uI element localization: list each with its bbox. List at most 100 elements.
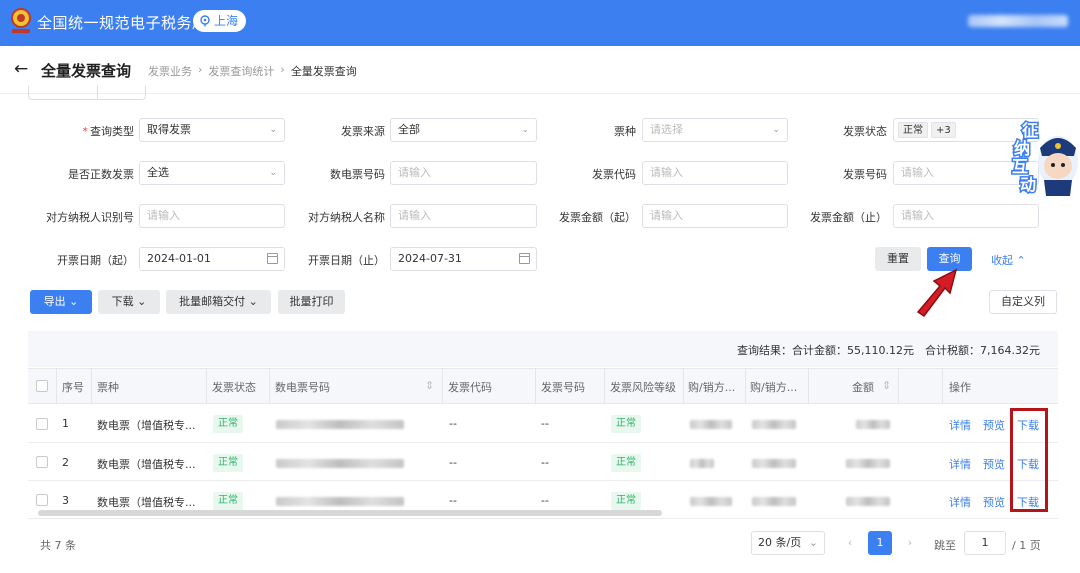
prev-page-icon[interactable]: ‹ bbox=[838, 531, 862, 555]
invoice-source-select[interactable]: 全部 ⌄ bbox=[390, 118, 537, 142]
row-number: -- bbox=[541, 456, 549, 469]
amount-from-input[interactable]: 请输入 bbox=[642, 204, 788, 228]
e-invoice-no-label: 数电票号码 bbox=[330, 168, 385, 181]
page-number[interactable]: 1 bbox=[868, 531, 892, 555]
batch-print-button[interactable]: 批量打印 bbox=[278, 290, 345, 314]
date-from-label: 开票日期（起） bbox=[57, 254, 134, 267]
download-menu-button[interactable]: 下载 ⌄ bbox=[98, 290, 160, 314]
horizontal-scrollbar[interactable] bbox=[38, 510, 662, 516]
next-page-icon[interactable]: › bbox=[898, 531, 922, 555]
status-badge: 正常 bbox=[213, 454, 243, 472]
date-from-picker[interactable]: 2024-01-01 bbox=[139, 247, 285, 271]
batch-email-button[interactable]: 批量邮箱交付 ⌄ bbox=[166, 290, 271, 314]
collapse-link[interactable]: 收起 ⌃ bbox=[991, 252, 1026, 268]
chevron-down-icon: ⌄ bbox=[248, 295, 258, 308]
calendar-icon bbox=[519, 253, 530, 264]
row-checkbox[interactable] bbox=[36, 418, 48, 430]
col-header: 数电票号码 bbox=[275, 381, 330, 394]
total-pages: / 1 页 bbox=[1012, 539, 1041, 552]
breadcrumb-item[interactable]: 发票业务 bbox=[148, 63, 192, 79]
chevron-up-icon: ⌃ bbox=[1016, 254, 1026, 267]
col-header: 发票风险等级 bbox=[610, 381, 676, 394]
col-header: 发票号码 bbox=[541, 381, 585, 394]
row-number: -- bbox=[541, 494, 549, 507]
breadcrumb-item[interactable]: 发票查询统计 bbox=[208, 63, 274, 79]
preview-link[interactable]: 预览 bbox=[983, 417, 1005, 433]
col-header: 金额 bbox=[852, 381, 874, 394]
region-label: 上海 bbox=[214, 14, 239, 28]
invoice-no-label: 发票号码 bbox=[843, 168, 887, 181]
breadcrumb: 发票业务 › 发票查询统计 › 全量发票查询 bbox=[148, 63, 357, 79]
row-type: 数电票（增值税专... bbox=[97, 419, 196, 432]
jump-page-input[interactable]: 1 bbox=[964, 531, 1006, 555]
svg-text:纳: 纳 bbox=[1014, 139, 1030, 158]
svg-text:动: 动 bbox=[1020, 175, 1036, 194]
user-info-blurred[interactable] bbox=[968, 15, 1068, 27]
risk-badge: 正常 bbox=[611, 454, 641, 472]
row-code: -- bbox=[449, 494, 457, 507]
tax-emblem-icon bbox=[11, 8, 31, 33]
query-type-label: * 查询类型 bbox=[82, 125, 135, 138]
calendar-icon bbox=[267, 253, 278, 264]
risk-badge: 正常 bbox=[611, 492, 641, 510]
svg-text:征: 征 bbox=[1022, 121, 1038, 140]
counterparty-id-input[interactable]: 请输入 bbox=[139, 204, 285, 228]
status-tag: 正常 bbox=[898, 122, 928, 138]
col-header: 序号 bbox=[62, 381, 84, 394]
mascot-widget-icon[interactable]: 征 纳 互 动 bbox=[1010, 118, 1080, 198]
row-checkbox[interactable] bbox=[36, 456, 48, 468]
sort-icon[interactable]: ⇕ bbox=[882, 379, 891, 392]
export-button[interactable]: 导出 ⌄ bbox=[30, 290, 92, 314]
download-highlight-box bbox=[1010, 408, 1048, 512]
top-bar: 全国统一规范电子税务局 上海 bbox=[0, 0, 1080, 46]
detail-link[interactable]: 详情 bbox=[949, 456, 971, 472]
page-size-select[interactable]: 20 条/页 ⌄ bbox=[751, 531, 825, 555]
query-summary: 查询结果：合计金额：55,110.12元 合计税额：7,164.32元 bbox=[737, 344, 1040, 357]
preview-link[interactable]: 预览 bbox=[983, 456, 1005, 472]
chevron-down-icon: ⌄ bbox=[269, 168, 277, 178]
chevron-down-icon: ⌄ bbox=[269, 125, 277, 135]
chevron-right-icon: › bbox=[198, 63, 203, 76]
detail-link[interactable]: 详情 bbox=[949, 494, 971, 510]
total-count: 共 7 条 bbox=[40, 539, 76, 552]
status-badge: 正常 bbox=[213, 415, 243, 433]
col-header: 购/销方... bbox=[750, 381, 798, 394]
sort-icon[interactable]: ⇕ bbox=[425, 379, 434, 392]
invoice-code-input[interactable]: 请输入 bbox=[642, 161, 788, 185]
region-selector[interactable]: 上海 bbox=[193, 10, 247, 32]
chevron-down-icon: ⌄ bbox=[137, 295, 147, 308]
is-positive-select[interactable]: 全选 ⌄ bbox=[139, 161, 285, 185]
col-header: 购/销方... bbox=[688, 381, 736, 394]
counterparty-name-input[interactable]: 请输入 bbox=[390, 204, 537, 228]
invoice-source-label: 发票来源 bbox=[341, 125, 385, 138]
location-icon bbox=[200, 15, 210, 27]
breadcrumb-current: 全量发票查询 bbox=[290, 65, 357, 78]
tab-stub[interactable] bbox=[28, 85, 146, 100]
svg-text:互: 互 bbox=[1012, 157, 1028, 176]
app-title: 全国统一规范电子税务局 bbox=[37, 14, 208, 32]
row-type: 数电票（增值税专... bbox=[97, 496, 196, 509]
back-arrow-icon[interactable]: ← bbox=[14, 59, 28, 79]
invoice-status-label: 发票状态 bbox=[843, 125, 887, 138]
ticket-type-label: 票种 bbox=[614, 125, 636, 138]
amount-from-label: 发票金额（起） bbox=[559, 211, 636, 224]
is-positive-label: 是否正数发票 bbox=[68, 168, 134, 181]
counterparty-name-label: 对方纳税人名称 bbox=[308, 211, 385, 224]
query-type-select[interactable]: 取得发票 ⌄ bbox=[139, 118, 285, 142]
date-to-picker[interactable]: 2024-07-31 bbox=[390, 247, 537, 271]
select-all-checkbox[interactable] bbox=[36, 380, 48, 392]
row-no: 2 bbox=[62, 456, 69, 469]
date-to-label: 开票日期（止） bbox=[308, 254, 385, 267]
preview-link[interactable]: 预览 bbox=[983, 494, 1005, 510]
col-header: 票种 bbox=[97, 381, 119, 394]
amount-to-label: 发票金额（止） bbox=[810, 211, 887, 224]
detail-link[interactable]: 详情 bbox=[949, 417, 971, 433]
amount-to-input[interactable]: 请输入 bbox=[893, 204, 1039, 228]
custom-columns-button[interactable]: 自定义列 bbox=[989, 290, 1057, 314]
row-no: 1 bbox=[62, 417, 69, 430]
ticket-type-select[interactable]: 请选择 ⌄ bbox=[642, 118, 788, 142]
chevron-right-icon: › bbox=[280, 63, 285, 76]
row-checkbox[interactable] bbox=[36, 494, 48, 506]
e-invoice-no-input[interactable]: 请输入 bbox=[390, 161, 537, 185]
status-tag-more: +3 bbox=[931, 122, 956, 138]
